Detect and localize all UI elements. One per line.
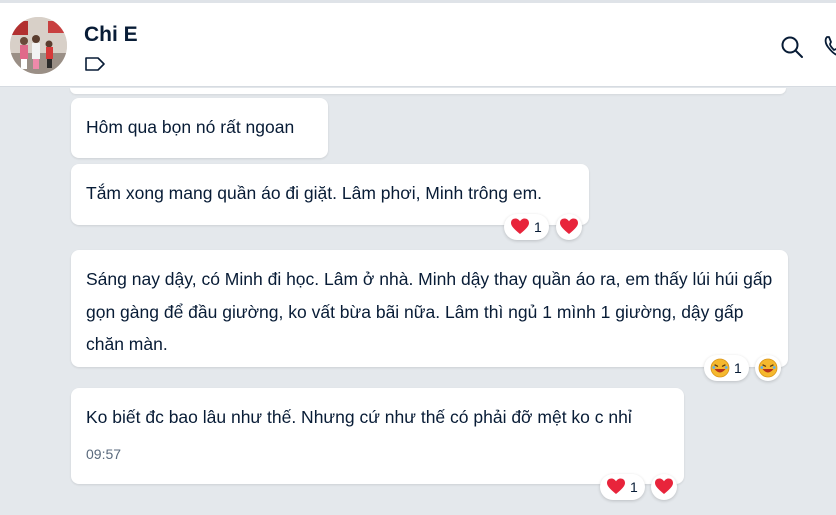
- message-bubble[interactable]: Sáng nay dậy, có Minh đi học. Lâm ở nhà.…: [71, 250, 788, 367]
- avatar[interactable]: [10, 17, 67, 74]
- reaction-summary[interactable]: 1: [504, 214, 549, 240]
- message-list[interactable]: Hôm qua bọn nó rất ngoan Tắm xong mang q…: [0, 88, 836, 515]
- react-button[interactable]: [755, 355, 781, 381]
- tag-icon[interactable]: [84, 56, 106, 72]
- message-text: Tắm xong mang quần áo đi giặt. Lâm phơi,…: [86, 183, 543, 203]
- message-text: Sáng nay dậy, có Minh đi học. Lâm ở nhà.…: [86, 269, 773, 354]
- react-button[interactable]: [651, 474, 677, 500]
- message-text: Hôm qua bọn nó rất ngoan: [86, 117, 295, 137]
- laughing-emoji-icon: [710, 358, 730, 378]
- reaction-summary[interactable]: 1: [600, 474, 645, 500]
- react-button[interactable]: [556, 214, 582, 240]
- laughing-emoji-icon: [758, 358, 778, 378]
- contact-name[interactable]: Chi E: [84, 23, 138, 47]
- heart-icon: [511, 218, 529, 234]
- message-text: Ko biết đc bao lâu như thế. Nhưng cứ như…: [86, 407, 632, 427]
- previous-message-edge: [70, 88, 786, 94]
- heart-icon: [607, 478, 625, 494]
- avatar-photo: [10, 17, 67, 74]
- reaction-count: 1: [734, 360, 742, 376]
- call-icon[interactable]: [823, 35, 836, 57]
- reaction-count: 1: [630, 479, 638, 495]
- heart-icon: [655, 478, 673, 494]
- search-icon[interactable]: [780, 35, 804, 59]
- message-bubble[interactable]: Hôm qua bọn nó rất ngoan: [71, 98, 328, 158]
- message-bubble[interactable]: Ko biết đc bao lâu như thế. Nhưng cứ như…: [71, 388, 684, 484]
- reaction-count: 1: [534, 219, 542, 235]
- reaction-summary[interactable]: 1: [704, 355, 749, 381]
- chat-header: Chi E: [0, 3, 836, 87]
- heart-icon: [560, 218, 578, 234]
- message-timestamp: 09:57: [86, 446, 122, 462]
